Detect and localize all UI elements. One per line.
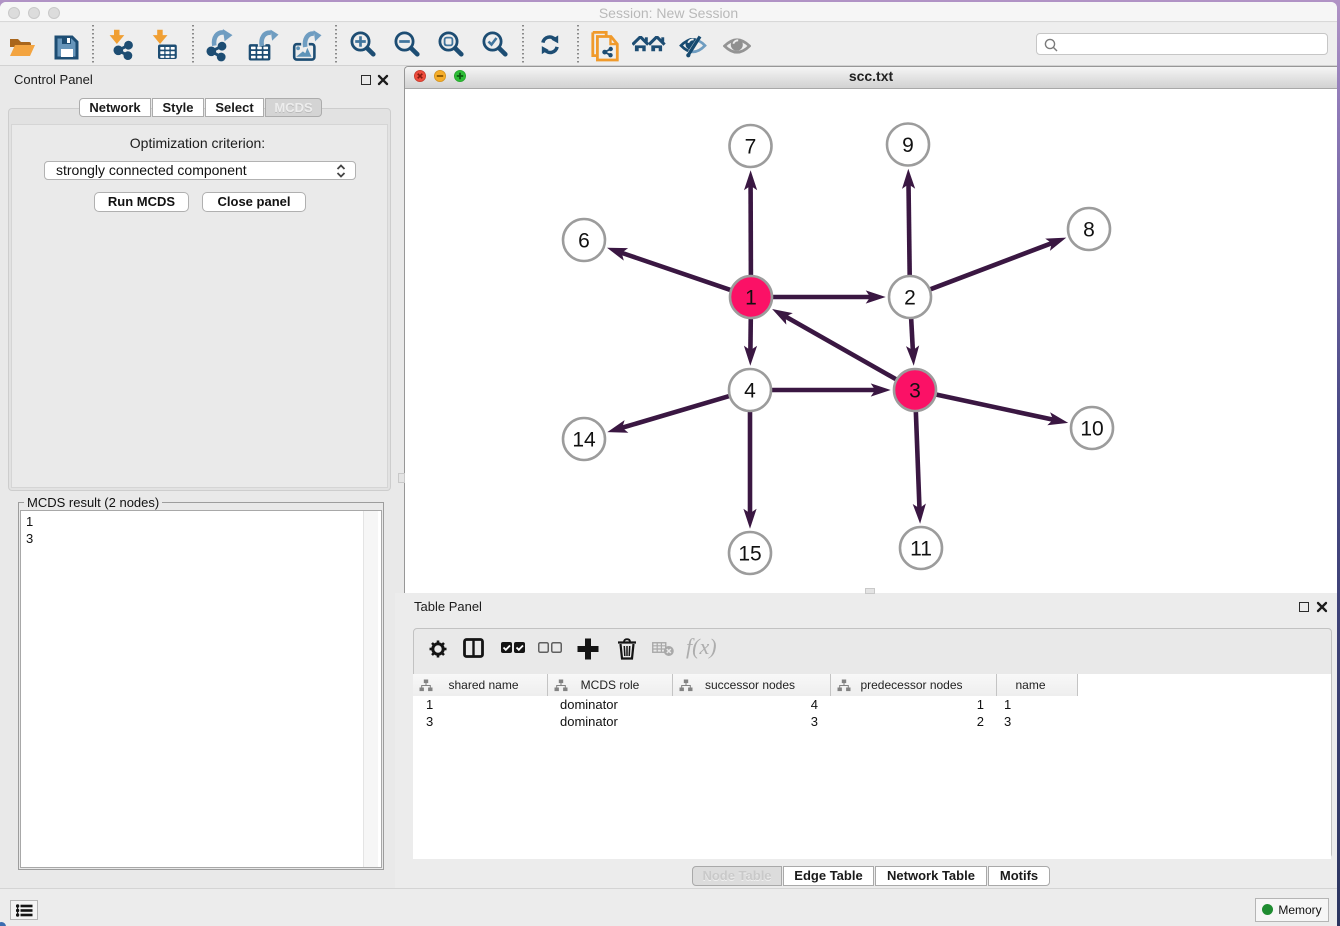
svg-text:3: 3 bbox=[909, 380, 921, 403]
svg-text:1: 1 bbox=[745, 287, 757, 310]
svg-text:9: 9 bbox=[902, 134, 914, 157]
svg-text:2: 2 bbox=[904, 287, 916, 310]
svg-text:6: 6 bbox=[578, 230, 590, 253]
svg-text:14: 14 bbox=[572, 429, 596, 452]
svg-text:15: 15 bbox=[738, 543, 761, 566]
svg-text:10: 10 bbox=[1080, 418, 1103, 441]
svg-text:7: 7 bbox=[745, 136, 757, 159]
svg-text:4: 4 bbox=[744, 380, 756, 403]
svg-text:11: 11 bbox=[910, 538, 932, 561]
svg-text:8: 8 bbox=[1083, 219, 1095, 242]
